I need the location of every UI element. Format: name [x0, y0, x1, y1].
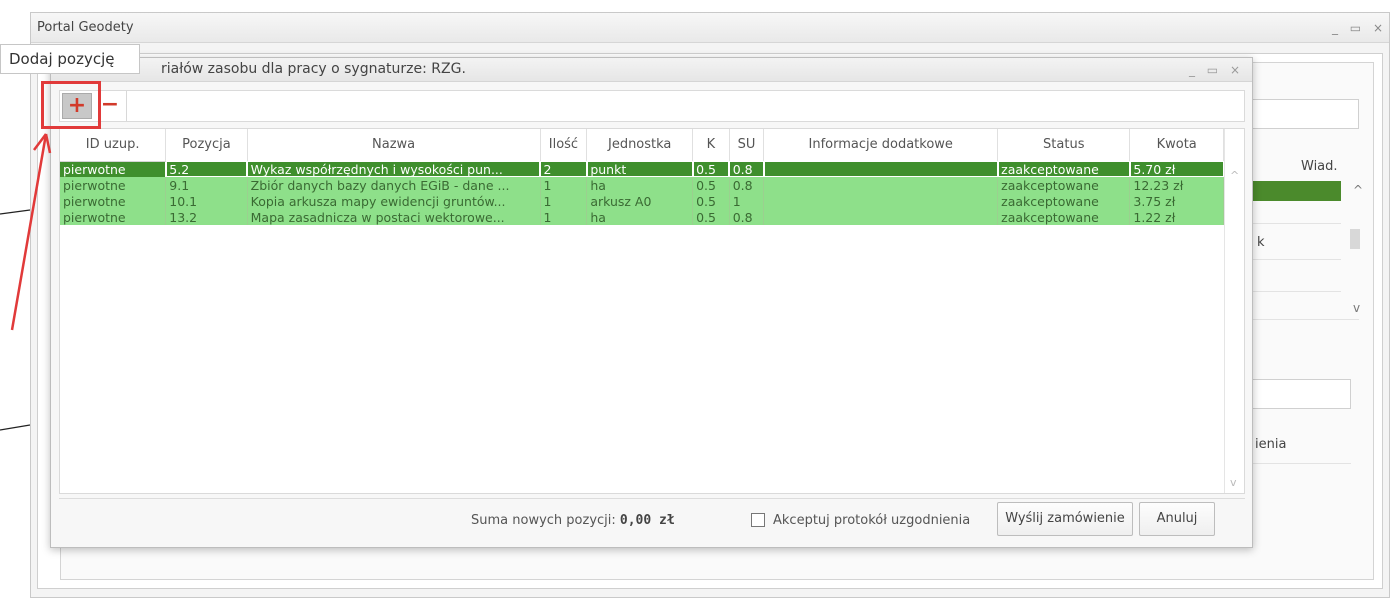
positions-table: ID uzup. Pozycja Nazwa Ilość Jednostka K… — [60, 129, 1224, 225]
dialog-title: riałów zasobu dla pracy o sygnaturze: RZ… — [51, 58, 1252, 82]
table-cell: Wykaz współrzędnych i wysokości pun... — [247, 161, 541, 177]
table-cell: zaakceptowane — [997, 193, 1131, 209]
toolbar-separator — [126, 91, 127, 121]
table-cell: ha — [586, 209, 694, 225]
dialog-footer: Suma nowych pozycji: 0,00 zł Akceptuj pr… — [59, 498, 1245, 542]
column-header[interactable]: SU — [729, 129, 765, 162]
table-row[interactable]: pierwotne 5.2 Wykaz współrzędnych i wyso… — [60, 161, 1224, 177]
table-cell: 0.8 — [729, 161, 765, 177]
background-scroll-up-icon[interactable]: ^ — [1353, 183, 1363, 197]
scroll-up-icon[interactable]: ^ — [1230, 169, 1239, 182]
background-column-ienia: ienia — [1255, 437, 1287, 452]
table-cell: pierwotne — [60, 177, 167, 193]
background-selected-row — [1251, 181, 1341, 201]
table-cell: Mapa zasadnicza w postaci wektorowe... — [247, 209, 541, 225]
table-cell: 0.5 — [692, 177, 730, 193]
table-cell: 12.23 zł — [1129, 177, 1224, 193]
background-row-divider — [1251, 463, 1351, 464]
table-cell: 1.22 zł — [1129, 209, 1224, 225]
close-icon[interactable]: × — [1373, 21, 1383, 35]
scroll-down-icon[interactable]: v — [1230, 476, 1237, 489]
table-cell — [763, 209, 999, 225]
table-header-row: ID uzup. Pozycja Nazwa Ilość Jednostka K… — [60, 129, 1224, 162]
table-cell: 5.2 — [165, 161, 248, 177]
maximize-icon[interactable]: ▭ — [1350, 21, 1361, 35]
table-cell: 1 — [540, 193, 588, 209]
table-cell: 2 — [540, 161, 588, 177]
table-cell: 0.8 — [729, 177, 765, 193]
outer-window-controls: _ ▭ × — [1324, 13, 1383, 43]
table-row[interactable]: pierwotne 13.2 Mapa zasadnicza w postaci… — [60, 209, 1224, 225]
sum-value: 0,00 zł — [619, 513, 675, 528]
cancel-button[interactable]: Anuluj — [1139, 502, 1215, 536]
table-cell: 13.2 — [165, 209, 248, 225]
add-position-tooltip: Dodaj pozycję — [0, 44, 140, 74]
table-cell: pierwotne — [60, 161, 167, 177]
column-header[interactable]: K — [692, 129, 730, 162]
accept-protocol-label[interactable]: Akceptuj protokół uzgodnienia — [773, 513, 970, 528]
table-cell: 10.1 — [165, 193, 248, 209]
dialog-toolbar: + − — [59, 90, 1245, 122]
column-header[interactable]: Jednostka — [586, 129, 694, 162]
highlight-box — [41, 81, 101, 129]
table-cell: pierwotne — [60, 193, 167, 209]
table-cell: 0.5 — [692, 161, 730, 177]
background-section-divider — [1251, 319, 1359, 320]
table-cell: zaakceptowane — [997, 177, 1131, 193]
column-header[interactable]: Kwota — [1129, 129, 1224, 162]
column-header[interactable]: Status — [997, 129, 1131, 162]
table-cell: arkusz A0 — [586, 193, 694, 209]
table-cell: 1 — [540, 177, 588, 193]
table-cell: Zbiór danych bazy danych EGiB - dane ... — [247, 177, 541, 193]
table-cell: zaakceptowane — [997, 209, 1131, 225]
background-row-divider — [1251, 223, 1341, 224]
materials-dialog: riałów zasobu dla pracy o sygnaturze: RZ… — [50, 57, 1253, 548]
column-header[interactable]: Informacje dodatkowe — [763, 129, 999, 162]
background-toolbar-2 — [1251, 379, 1351, 409]
positions-grid: ID uzup. Pozycja Nazwa Ilość Jednostka K… — [59, 128, 1245, 494]
maximize-icon[interactable]: ▭ — [1207, 63, 1218, 77]
column-header[interactable]: ID uzup. — [60, 129, 167, 162]
table-cell: 0.5 — [692, 209, 730, 225]
column-header[interactable]: Pozycja — [165, 129, 248, 162]
send-order-button[interactable]: Wyślij zamówienie — [997, 502, 1133, 536]
table-cell: 0.8 — [729, 209, 765, 225]
table-cell: zaakceptowane — [997, 161, 1131, 177]
table-row[interactable]: pierwotne 10.1 Kopia arkusza mapy ewiden… — [60, 193, 1224, 209]
background-row-divider — [1251, 291, 1341, 292]
table-cell: 9.1 — [165, 177, 248, 193]
table-cell: punkt — [586, 161, 694, 177]
background-column-wiad: Wiad. — [1301, 159, 1338, 174]
table-cell — [763, 177, 999, 193]
sum-new-positions: Suma nowych pozycji: 0,00 zł — [471, 513, 675, 528]
sum-label: Suma nowych pozycji: — [471, 513, 616, 528]
background-cell-k: k — [1257, 235, 1265, 250]
accept-protocol-checkbox[interactable] — [751, 513, 765, 527]
table-cell: pierwotne — [60, 209, 167, 225]
table-row[interactable]: pierwotne 9.1 Zbiór danych bazy danych E… — [60, 177, 1224, 193]
dialog-controls: _ ▭ × — [1181, 58, 1240, 82]
remove-position-button[interactable]: − — [98, 93, 122, 119]
table-cell: 0.5 — [692, 193, 730, 209]
minimize-icon[interactable]: _ — [1189, 63, 1195, 77]
background-scroll-thumb[interactable] — [1350, 229, 1360, 249]
column-header[interactable]: Ilość — [540, 129, 588, 162]
grid-scrollbar[interactable]: ^ v — [1224, 129, 1244, 493]
background-scroll-down-icon[interactable]: v — [1353, 301, 1360, 315]
outer-window-title: Portal Geodety — [31, 13, 1389, 43]
background-row-divider — [1251, 259, 1341, 260]
table-cell: 3.75 zł — [1129, 193, 1224, 209]
table-cell: ha — [586, 177, 694, 193]
table-cell: 1 — [729, 193, 765, 209]
close-icon[interactable]: × — [1230, 63, 1240, 77]
table-cell: 1 — [540, 209, 588, 225]
minimize-icon[interactable]: _ — [1332, 21, 1338, 35]
table-cell — [763, 193, 999, 209]
table-cell: Kopia arkusza mapy ewidencji gruntów... — [247, 193, 541, 209]
table-cell — [763, 161, 999, 177]
background-toolbar — [1251, 99, 1359, 129]
table-cell: 5.70 zł — [1129, 161, 1224, 177]
column-header[interactable]: Nazwa — [247, 129, 541, 162]
